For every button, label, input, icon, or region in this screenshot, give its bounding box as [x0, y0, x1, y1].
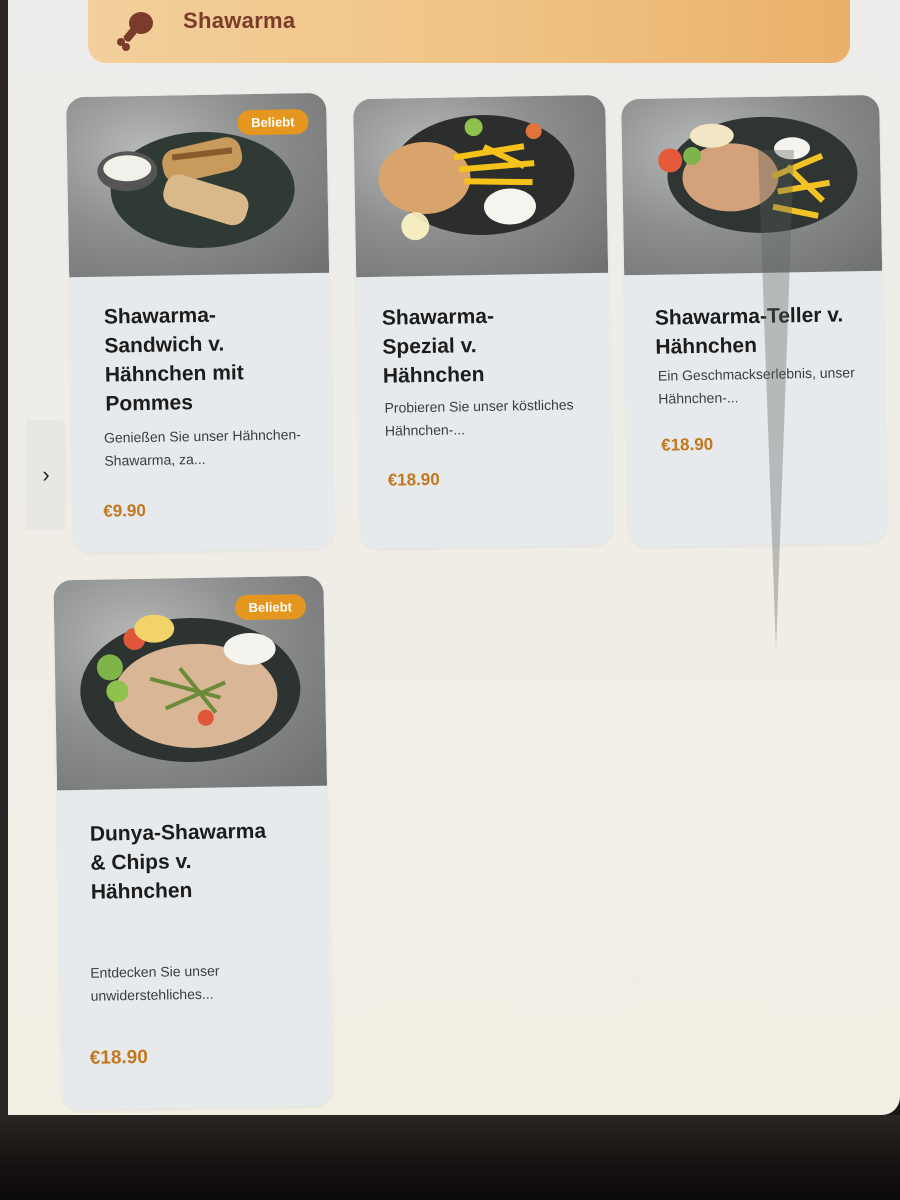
product-title: Shawarma-Spezial v. Hähnchen: [381, 304, 495, 388]
product-card[interactable]: Beliebt Dunya-Shawarma & Chips v. Hähnch…: [53, 575, 333, 1111]
menu-screen: Shawarma › Beliebt Shawarma-Sandwich v. …: [0, 0, 900, 1115]
product-image: [353, 94, 609, 278]
product-price: €9.90: [103, 500, 146, 521]
category-title: Shawarma: [183, 8, 296, 33]
product-image: Beliebt: [66, 92, 330, 278]
device-bezel-bottom: [0, 1115, 900, 1200]
product-description: Genießen Sie unser Hähnchen-Shawarma, za…: [103, 426, 302, 469]
product-title: Dunya-Shawarma & Chips v. Hähnchen: [89, 819, 267, 904]
product-description: Entdecken Sie unser unwiderstehliches...: [90, 962, 220, 1004]
product-card[interactable]: Shawarma-Teller v. Hähnchen Ein Geschmac…: [621, 94, 887, 548]
food-image: [378, 114, 575, 241]
product-description: Probieren Sie unser köstliches Hähnchen-…: [384, 396, 574, 439]
product-price: €18.90: [660, 434, 714, 455]
chicken-leg-icon: [117, 12, 153, 51]
category-header[interactable]: Shawarma: [88, 0, 850, 63]
popular-badge: Beliebt: [234, 593, 307, 621]
next-arrow-button[interactable]: ›: [26, 420, 66, 530]
product-title: Shawarma-Sandwich v. Hähnchen mit Pommes: [103, 303, 244, 416]
product-image: [621, 94, 883, 276]
food-image: [658, 116, 858, 233]
glare-shadow: [758, 150, 794, 650]
product-price: €18.90: [89, 1046, 149, 1069]
device-bezel-left: [0, 0, 8, 1115]
product-card[interactable]: Shawarma-Spezial v. Hähnchen Probieren S…: [353, 94, 613, 550]
chevron-right-icon: ›: [42, 462, 50, 487]
product-price: €18.90: [387, 469, 440, 490]
popular-badge: Beliebt: [236, 109, 309, 136]
product-card[interactable]: Beliebt Shawarma-Sandwich v. Hähnchen mi…: [66, 92, 334, 554]
product-image: Beliebt: [53, 575, 328, 791]
